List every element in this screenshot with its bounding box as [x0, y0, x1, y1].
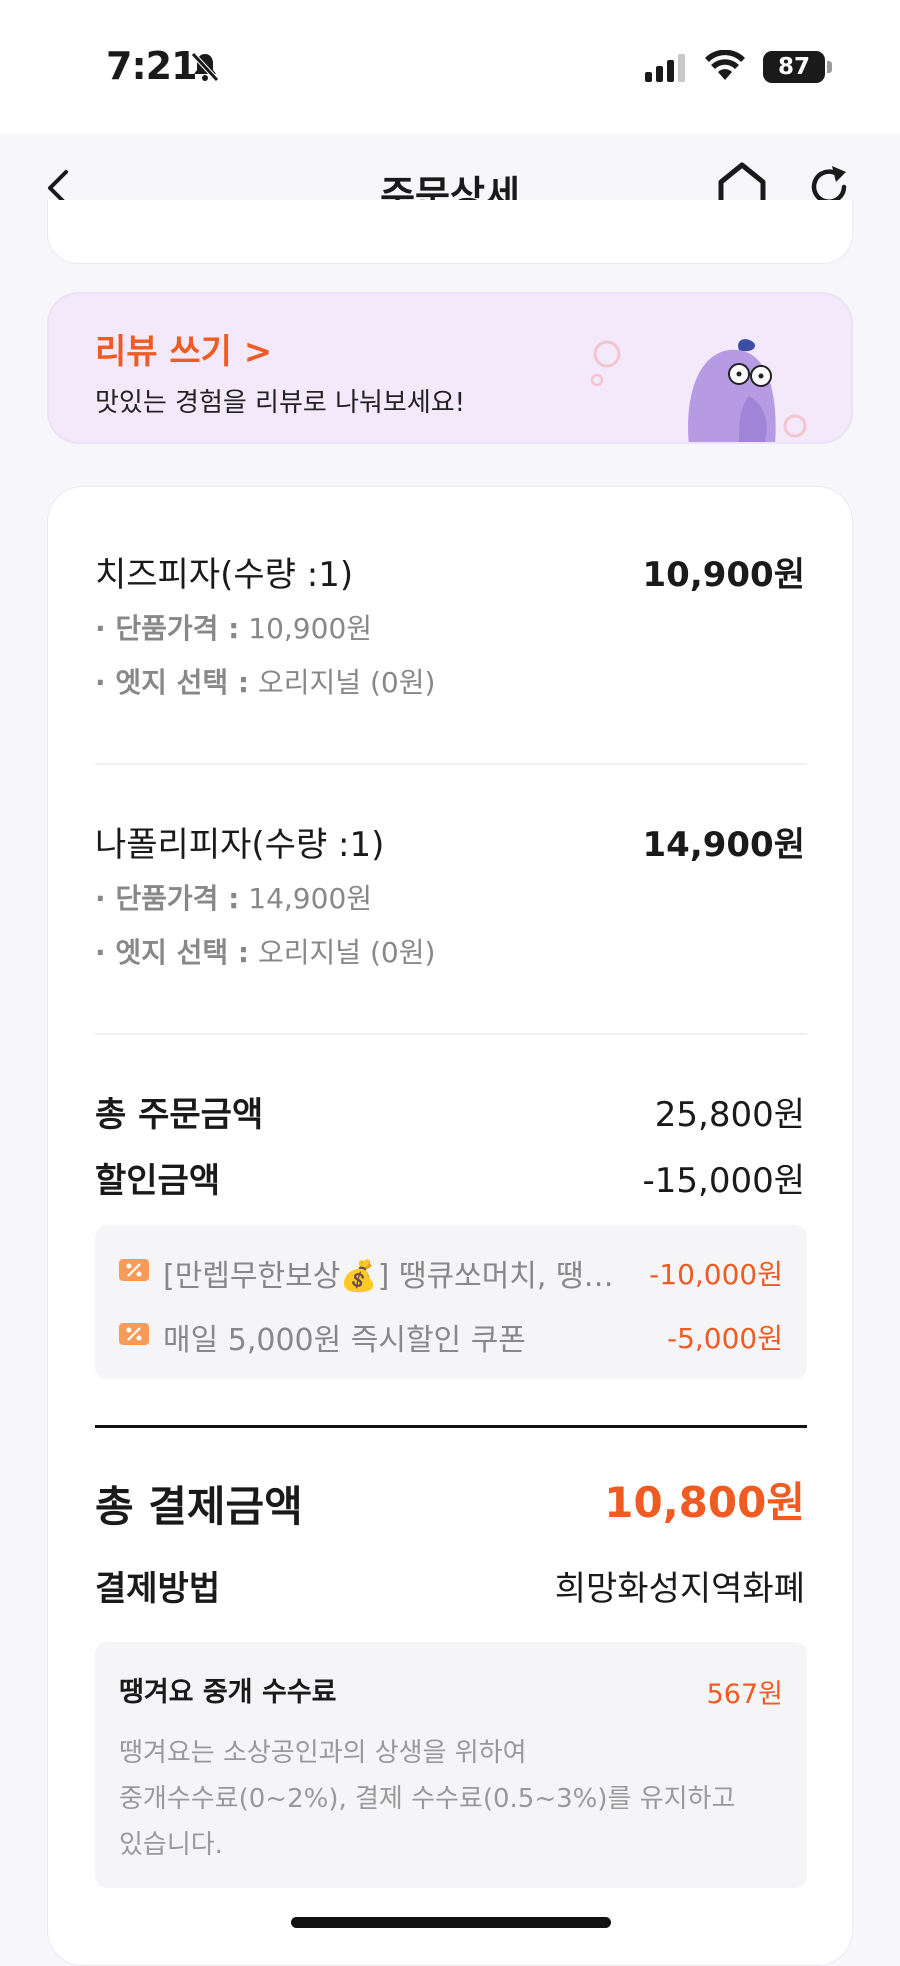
unit-price-label: · 단품가격 :	[95, 612, 240, 645]
order-detail-card: 치즈피자(수량 :1) 10,900원 · 단품가격 : 10,900원 · 엣…	[47, 486, 853, 1966]
item-name: 치즈피자(수량 :1)	[95, 555, 354, 595]
fee-description: 땡겨요는 소상공인과의 상생을 위하여 중개수수료(0~2%), 결제 수수료(…	[119, 1730, 789, 1868]
item-edge-option: · 엣지 선택 : 오리지널 (0원)	[95, 661, 435, 701]
coupon-amount: -5,000원	[666, 1322, 783, 1355]
unit-price-label: · 단품가격 :	[95, 882, 240, 915]
divider	[95, 1033, 807, 1035]
edge-label: · 엣지 선택 :	[95, 936, 250, 969]
coupon-amount: -10,000원	[649, 1258, 783, 1291]
fee-description-line: 있습니다.	[119, 1830, 223, 1860]
coupon-icon	[119, 1259, 149, 1281]
fee-description-line: 중개수수료(0~2%), 결제 수수료(0.5~3%)를 유지하고	[119, 1784, 736, 1814]
review-banner-subtitle: 맛있는 경험을 리뷰로 나눠보세요!	[95, 388, 466, 418]
unit-price-value: 14,900원	[248, 882, 373, 915]
battery-cap	[827, 61, 832, 73]
edge-value: 오리지널 (0원)	[258, 666, 436, 699]
coupon-name: 매일 5,000원 즉시할인 쿠폰	[163, 1323, 526, 1358]
unit-price-value: 10,900원	[248, 612, 373, 645]
fee-info-box: 땡겨요 중개 수수료 567원 땡겨요는 소상공인과의 상생을 위하여 중개수수…	[95, 1642, 807, 1888]
item-unit-price: · 단품가격 : 10,900원	[95, 607, 372, 647]
write-review-banner[interactable]: 리뷰 쓰기 > 맛있는 경험을 리뷰로 나눠보세요!	[47, 292, 853, 444]
previous-card-edge	[47, 200, 853, 264]
order-total-label: 총 주문금액	[95, 1095, 264, 1135]
edge-label: · 엣지 선택 :	[95, 666, 250, 699]
status-bar: 7:21 87	[0, 0, 900, 134]
discount-label: 할인금액	[95, 1161, 221, 1201]
battery-icon: 87	[763, 51, 825, 83]
fee-description-line: 땡겨요는 소상공인과의 상생을 위하여	[119, 1738, 527, 1768]
coupon-row: 매일 5,000원 즉시할인 쿠폰 -5,000원	[119, 1315, 783, 1358]
review-banner-title: 리뷰 쓰기 >	[95, 332, 273, 372]
item-unit-price: · 단품가격 : 14,900원	[95, 877, 372, 917]
divider	[95, 763, 807, 765]
payment-method-value: 희망화성지역화폐	[554, 1569, 805, 1609]
bell-off-icon	[191, 52, 219, 82]
discount-value: -15,000원	[642, 1161, 805, 1201]
coupon-row: [만렙무한보상💰] 땡큐쏘머치, 땡… -10,000원	[119, 1251, 783, 1294]
coupon-name: [만렙무한보상💰] 땡큐쏘머치, 땡…	[163, 1259, 614, 1294]
item-name: 나폴리피자(수량 :1)	[95, 825, 385, 865]
mascot-illustration	[590, 339, 807, 442]
coupon-list: [만렙무한보상💰] 땡큐쏘머치, 땡… -10,000원 매일 5,000원 즉…	[95, 1225, 807, 1379]
battery-level: 87	[777, 54, 810, 80]
fee-amount: 567원	[706, 1679, 783, 1710]
status-time: 7:21	[106, 44, 198, 88]
total-divider	[95, 1425, 807, 1428]
order-total-value: 25,800원	[654, 1095, 805, 1135]
fee-title: 땡겨요 중개 수수료	[119, 1677, 337, 1708]
payment-method-label: 결제방법	[95, 1569, 221, 1609]
home-indicator[interactable]	[291, 1917, 611, 1928]
coupon-icon	[119, 1323, 149, 1345]
item-price: 10,900원	[642, 555, 805, 595]
payment-total-value: 10,800원	[604, 1478, 805, 1527]
wifi-icon	[705, 50, 745, 80]
item-edge-option: · 엣지 선택 : 오리지널 (0원)	[95, 931, 435, 971]
signal-icon	[645, 54, 685, 82]
payment-total-label: 총 결제금액	[95, 1482, 303, 1531]
item-price: 14,900원	[642, 825, 805, 865]
edge-value: 오리지널 (0원)	[258, 936, 436, 969]
